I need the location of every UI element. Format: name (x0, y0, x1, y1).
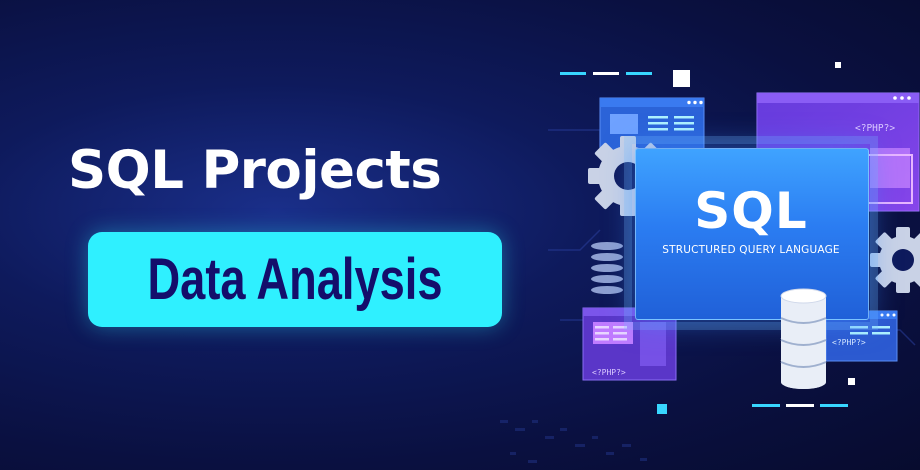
square-dot (835, 62, 841, 68)
banner: SQL Projects Data Analysis SQL STRUCTURE… (0, 0, 920, 470)
data-stack-icon (591, 242, 623, 294)
php-tag-bottom-right: <?PHP?> (832, 338, 866, 347)
square-dot (657, 404, 667, 414)
sql-title: SQL (694, 182, 808, 240)
sql-subtitle: STRUCTURED QUERY LANGUAGE (662, 244, 840, 256)
php-tag-bottom-left: <?PHP?> (592, 368, 626, 377)
square-dot (673, 70, 690, 87)
bottom-dashes (752, 404, 848, 407)
square-dot (848, 378, 855, 385)
php-tag-top-right: <?PHP?> (855, 123, 896, 134)
top-dashes (560, 72, 652, 75)
